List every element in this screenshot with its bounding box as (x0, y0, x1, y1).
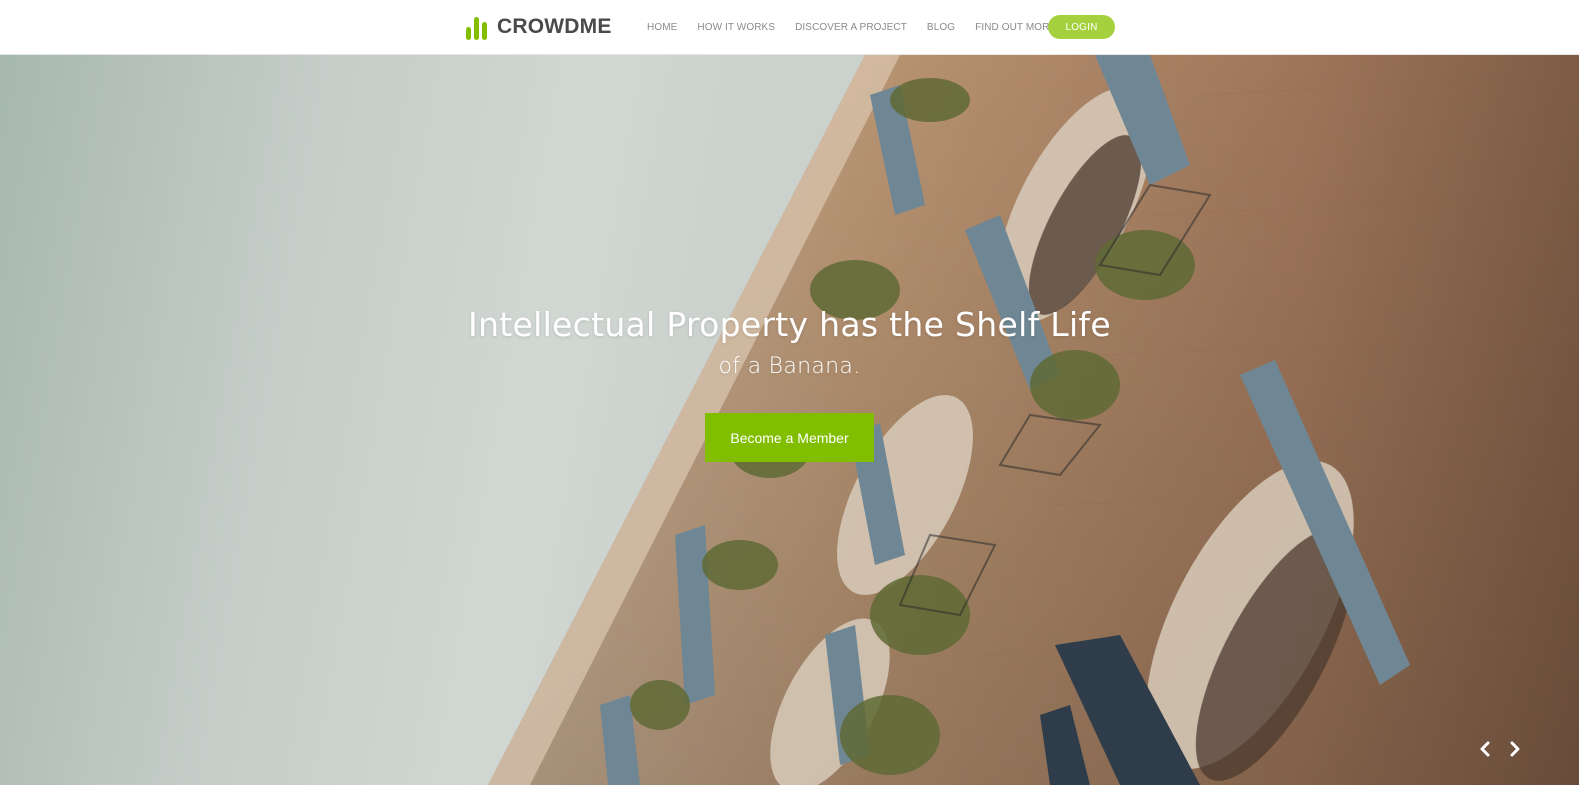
hero-title: Intellectual Property has the Shelf Life (468, 305, 1111, 344)
hero-slider: Intellectual Property has the Shelf Life… (0, 55, 1579, 785)
nav-item-how-it-works[interactable]: HOW IT WORKS (697, 22, 775, 33)
site-header: CROWDME HOME HOW IT WORKS DISCOVER A PRO… (0, 0, 1579, 55)
nav-item-home[interactable]: HOME (647, 22, 677, 33)
slider-prev-button[interactable] (1474, 738, 1496, 760)
main-nav: HOME HOW IT WORKS DISCOVER A PROJECT BLO… (647, 0, 1056, 54)
nav-item-blog[interactable]: BLOG (927, 22, 955, 33)
bar-chart-icon (466, 17, 487, 40)
become-member-button[interactable]: Become a Member (705, 413, 874, 462)
login-button[interactable]: LOGIN (1048, 15, 1115, 39)
brand-logo[interactable]: CROWDME (466, 13, 612, 41)
hero-subtitle: of a Banana. (718, 354, 861, 379)
nav-item-discover-a-project[interactable]: DISCOVER A PROJECT (795, 22, 907, 33)
nav-item-find-out-more[interactable]: FIND OUT MORE (975, 22, 1056, 33)
chevron-right-icon (1510, 741, 1520, 757)
slider-next-button[interactable] (1504, 738, 1526, 760)
chevron-left-icon (1480, 741, 1490, 757)
brand-name: CROWDME (497, 15, 612, 38)
hero-caption: Intellectual Property has the Shelf Life… (0, 305, 1579, 462)
